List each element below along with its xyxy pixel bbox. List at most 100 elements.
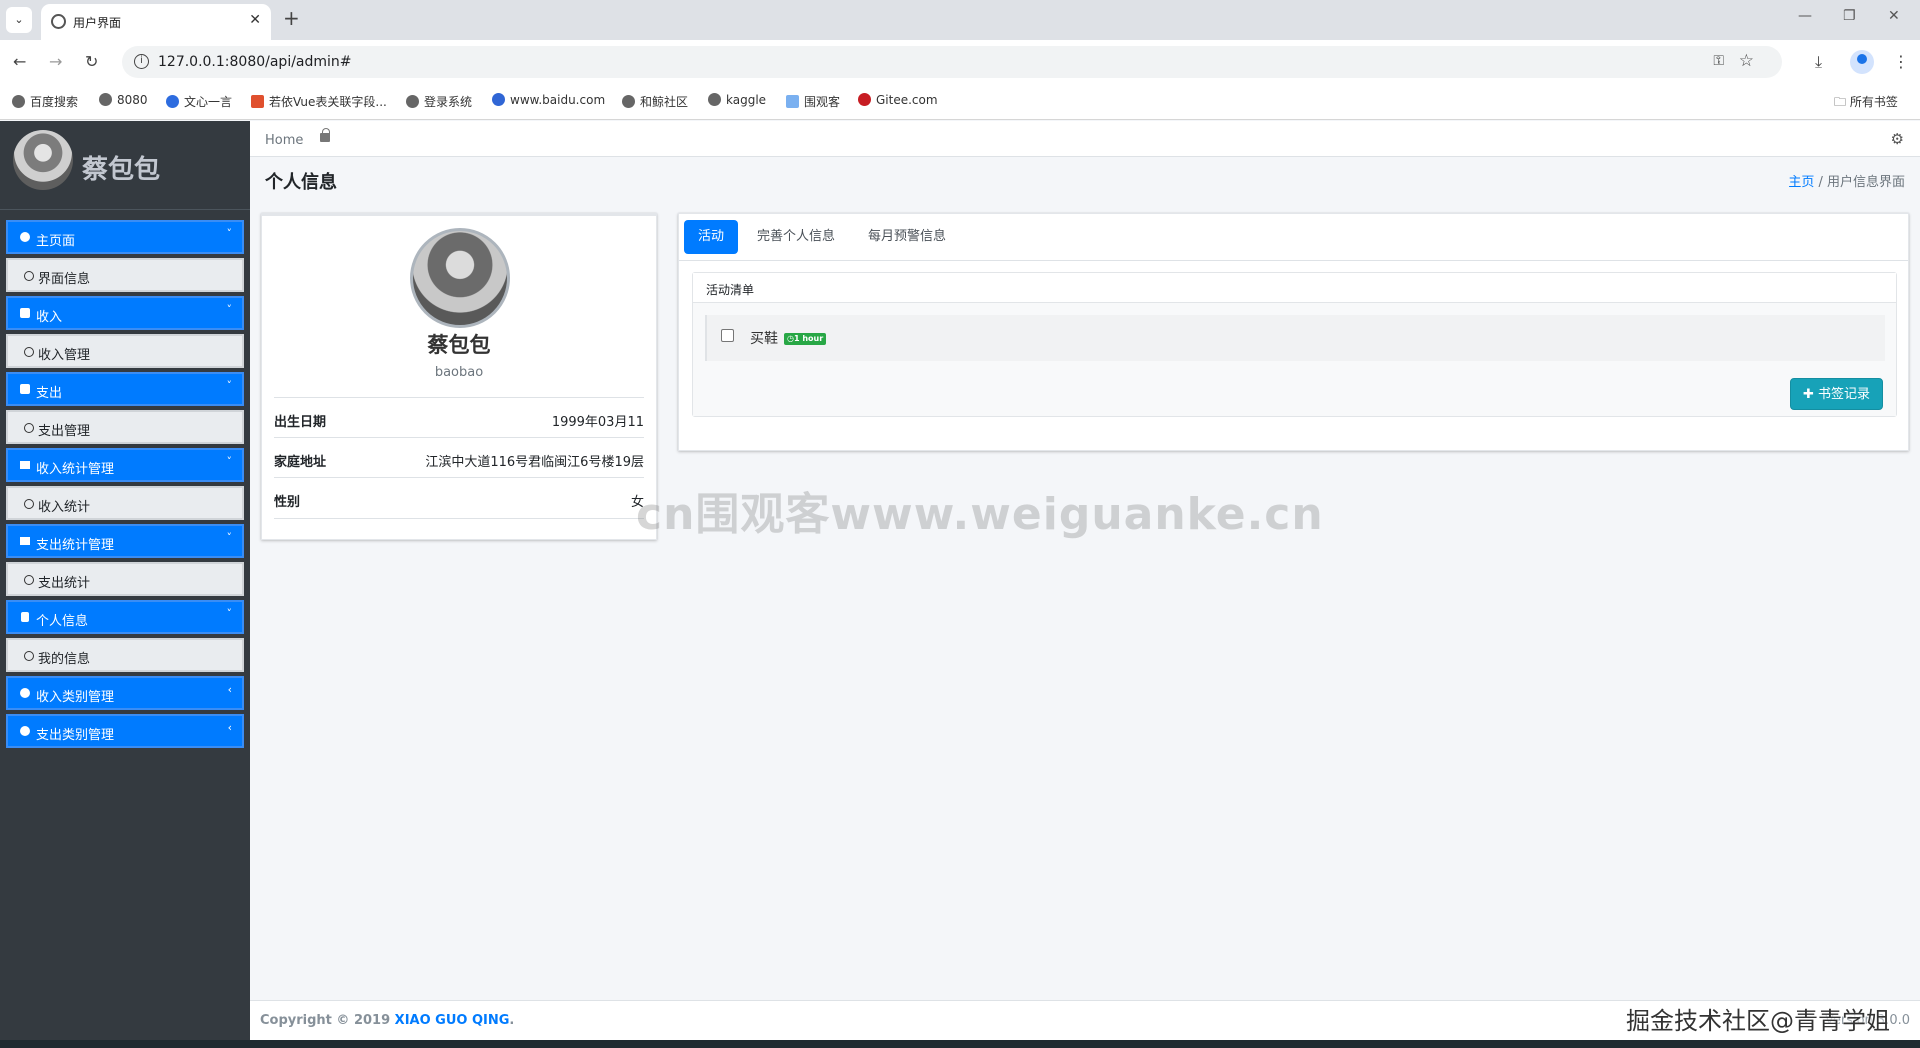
url-input[interactable]: i 127.0.0.1:8080/api/admin# ⚿ ☆ [122,46,1782,78]
breadcrumb-separator: / [1818,175,1827,190]
wenxin-icon [166,95,179,108]
info-row-gender: 性别 女 [274,477,644,517]
tab-activity[interactable]: 活动 [684,220,739,254]
globe-icon [622,95,635,108]
all-bookmarks[interactable]: 🗀 所有书签 [1834,93,1898,114]
url-text: 127.0.0.1:8080/api/admin# [158,54,352,70]
sidebar-item-expense-management[interactable]: 支出管理 [6,410,244,444]
globe-icon [99,93,112,106]
bookmark-item[interactable]: Gitee.com [858,93,938,107]
info-row-address: 家庭地址 江滨中大道116号君临闽江6号楼19层 [274,437,644,477]
badge-text: 1 hour [793,334,824,343]
bookmark-item[interactable]: 百度搜索 [12,93,78,110]
site-info-icon[interactable]: i [134,54,149,69]
sidebar-item-income-stats-management[interactable]: 收入统计管理 ˅ [6,448,244,482]
tabs-header: 活动 完善个人信息 每月预警信息 [679,214,1908,261]
sidebar-item-label: 收入管理 [38,348,91,363]
profile-avatar [410,228,510,328]
bookmark-item[interactable]: www.baidu.com [492,93,605,107]
bookmark-item[interactable]: kaggle [708,93,766,107]
home-link[interactable]: Home [265,133,303,148]
activity-card: 活动 完善个人信息 每月预警信息 活动清单 买鞋 ◷1 hour ✚ 书签记录 [678,213,1909,451]
sidebar-item-expense[interactable]: 支出 ˅ [6,372,244,406]
sidebar-item-income-category[interactable]: 收入类别管理 ‹ [6,676,244,710]
sidebar: 蔡包包 主页面 ˅ 界面信息 收入 ˅ 收入管理 支出 ˅ 支出管理 收入统计管… [0,121,250,1048]
bookmark-item[interactable]: 围观客 [786,93,840,110]
sidebar-item-label: 收入类别管理 [36,690,115,705]
minimize-icon[interactable]: — [1798,8,1812,24]
key-icon[interactable]: ⚿ [1713,53,1724,69]
info-value: 1999年03月11 [551,415,644,430]
tab-complete-info[interactable]: 完善个人信息 [743,220,849,254]
todo-text: 买鞋 [750,331,778,347]
top-navbar: Home ⚙ [250,121,1920,157]
jian-icon [251,95,264,108]
info-label: 出生日期 [274,415,327,430]
sidebar-item-label: 我的信息 [38,652,91,667]
more-menu-icon[interactable]: ⋮ [1893,52,1909,71]
reload-icon[interactable]: ↻ [85,52,98,71]
bookmark-item[interactable]: 和鲸社区 [622,93,688,110]
bar-chart-icon [20,537,30,545]
plus-square-icon [20,308,30,318]
bookmark-item[interactable]: 登录系统 [406,93,472,110]
window-close-icon[interactable]: ✕ [1888,8,1900,24]
todo-list: 活动清单 买鞋 ◷1 hour ✚ 书签记录 [692,272,1897,417]
bookmark-record-button[interactable]: ✚ 书签记录 [1789,378,1883,410]
brand-name: 蔡包包 [82,155,161,185]
tab-monthly-alert[interactable]: 每月预警信息 [854,220,960,254]
star-icon[interactable]: ☆ [1739,51,1754,71]
bookmark-item[interactable]: 文心一言 [166,93,232,110]
breadcrumb-home[interactable]: 主页 [1788,175,1814,190]
footer: Copyright © 2019 XIAO GUO QING. Version … [250,1000,1920,1040]
circle-icon [20,688,30,698]
info-label: 性别 [274,495,301,510]
circle-icon [24,271,34,281]
tab-title: 用户界面 [73,16,122,30]
forward-icon[interactable]: → [49,52,62,71]
circle-icon [24,575,34,585]
profile-name: 蔡包包 [427,333,491,357]
bookmark-item[interactable]: 若依Vue表关联字段... [251,93,387,110]
info-label: 家庭地址 [274,455,327,470]
todo-footer: ✚ 书签记录 [693,369,1896,416]
browser-tab[interactable]: 用户界面 ✕ [41,4,271,40]
sidebar-item-home[interactable]: 主页面 ˅ [6,220,244,254]
sidebar-item-page-info[interactable]: 界面信息 [6,258,244,292]
plus-icon: ✚ [1802,387,1818,402]
sidebar-item-income-stats[interactable]: 收入统计 [6,486,244,520]
profile-card: 蔡包包 baobao 出生日期 1999年03月11 家庭地址 江滨中大道116… [261,213,657,540]
sidebar-item-income[interactable]: 收入 ˅ [6,296,244,330]
tab-search-icon[interactable]: ⌄ [6,7,32,33]
back-icon[interactable]: ← [13,52,26,71]
chevron-down-icon: ˅ [226,455,233,468]
restore-icon[interactable]: ❐ [1843,8,1856,24]
lock-icon[interactable] [320,128,330,142]
sidebar-item-personal-info[interactable]: 个人信息 ˅ [6,600,244,634]
bar-chart-icon [20,461,30,469]
clock-icon: ◷ [787,334,794,343]
browser-tabstrip: ⌄ 用户界面 ✕ + — ❐ ✕ [0,0,1920,40]
sidebar-item-expense-stats-management[interactable]: 支出统计管理 ˅ [6,524,244,558]
brand[interactable]: 蔡包包 [0,121,250,210]
sidebar-item-my-info[interactable]: 我的信息 [6,638,244,672]
globe-icon [51,14,66,29]
download-icon[interactable]: ⤓ [1815,52,1822,72]
gear-icon[interactable]: ⚙ [1891,130,1904,148]
close-icon[interactable]: ✕ [249,12,261,28]
sidebar-item-label: 收入统计 [38,500,91,515]
time-badge: ◷1 hour [784,333,827,345]
chevron-left-icon: ‹ [227,683,232,696]
sidebar-item-income-management[interactable]: 收入管理 [6,334,244,368]
profile-avatar-icon[interactable] [1850,50,1874,74]
globe-icon [12,95,25,108]
owner-link[interactable]: XIAO GUO QING [395,1013,510,1028]
sidebar-item-expense-category[interactable]: 支出类别管理 ‹ [6,714,244,748]
bookmark-item[interactable]: 8080 [99,93,148,107]
todo-checkbox[interactable] [721,329,734,342]
profile-username: baobao [434,365,484,380]
sidebar-item-expense-stats[interactable]: 支出统计 [6,562,244,596]
new-tab-icon[interactable]: + [283,6,300,30]
avatar [13,130,73,190]
globe-icon [406,95,419,108]
